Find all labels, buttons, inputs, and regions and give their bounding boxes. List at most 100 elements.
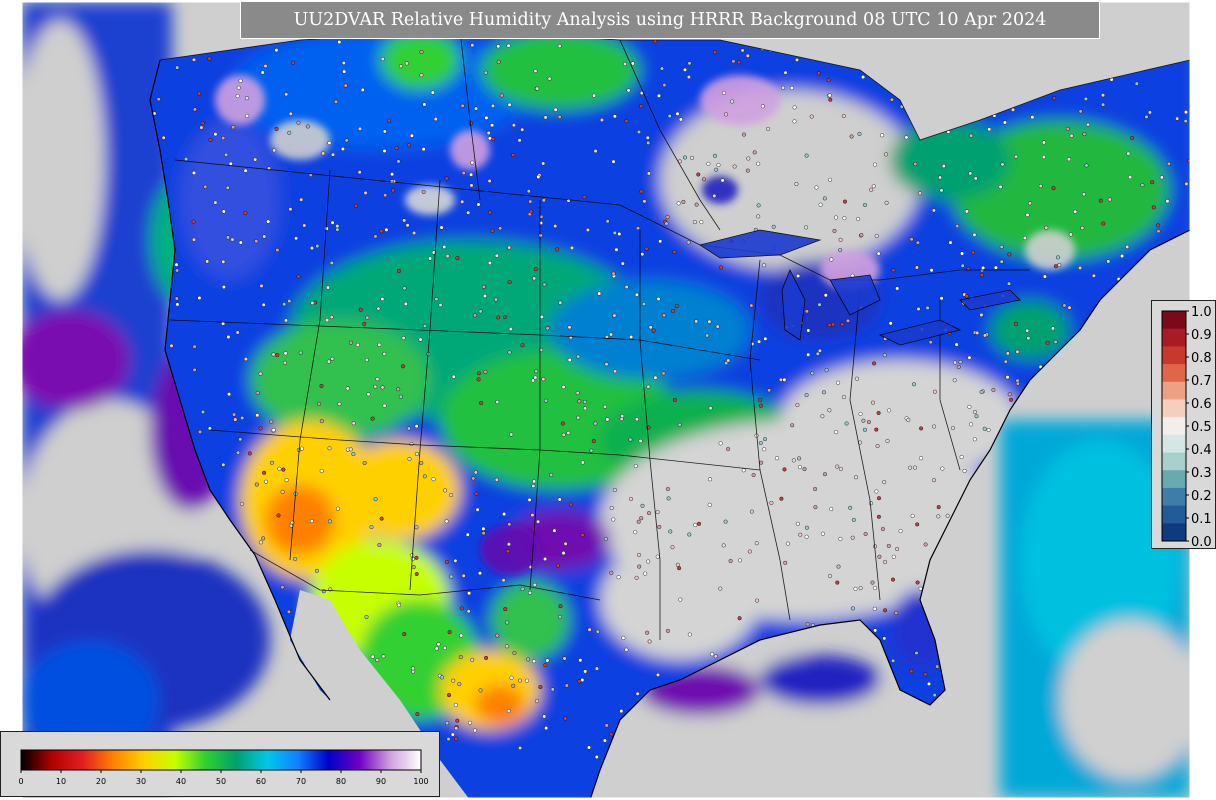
station-marker [647,511,652,516]
station-marker [665,487,670,492]
station-marker [720,178,725,183]
station-marker [870,580,875,585]
station-marker [255,390,260,395]
station-marker [412,230,417,235]
station-marker [603,404,608,409]
fraction-colorbar-segment [1162,328,1186,347]
station-marker [436,642,441,647]
station-marker [646,171,651,176]
station-marker [835,580,840,585]
station-marker [707,319,712,324]
station-marker [200,410,205,415]
station-marker [798,465,803,470]
station-marker [366,392,371,397]
station-marker [1051,186,1056,191]
station-marker [962,468,967,473]
station-marker [889,97,894,102]
rh-colorbar-tick-label: 20 [96,777,106,786]
station-marker [754,541,759,546]
station-marker [841,114,846,119]
station-marker [882,353,887,358]
station-marker [430,90,435,95]
fraction-colorbar-graphic: 1.0 0.9 0.8 0.7 0.6 0.5 0.4 0.3 0.2 0.1 0.0 [1161,305,1212,550]
station-marker [275,248,280,253]
station-marker [863,202,868,207]
station-marker [745,53,750,58]
station-marker [972,232,977,237]
station-marker [987,127,992,132]
station-marker [175,268,180,273]
station-marker [626,88,631,93]
station-marker [1085,122,1090,127]
station-marker [403,301,408,306]
station-marker [906,417,911,422]
station-marker [205,259,210,264]
station-marker [402,286,407,291]
station-marker [874,489,879,494]
station-marker [1166,161,1171,166]
station-marker [651,328,656,333]
station-marker [570,245,575,250]
station-marker [533,68,538,73]
station-marker [191,237,196,242]
station-marker [227,392,232,397]
station-marker [697,521,702,526]
station-marker [473,470,478,475]
station-marker [822,196,827,201]
station-marker [401,336,406,341]
station-marker [496,315,501,320]
station-marker [533,267,538,272]
station-marker [1150,180,1155,185]
station-marker [299,197,304,202]
station-marker [666,496,671,501]
station-marker [529,209,534,214]
station-marker [335,224,340,229]
station-marker [968,171,973,176]
station-marker [758,441,763,446]
station-marker [421,147,426,152]
station-marker [592,93,597,98]
station-marker [261,302,266,307]
station-marker [687,61,692,66]
station-marker [454,726,459,731]
station-marker [458,655,463,660]
station-marker [1128,175,1133,180]
station-marker [532,582,537,587]
station-marker [373,384,378,389]
station-marker [396,387,401,392]
station-marker [646,559,651,564]
station-marker [599,117,604,122]
station-marker [1065,126,1070,131]
station-marker [380,385,385,390]
station-marker [1078,265,1083,270]
fraction-colorbar-segment [1162,452,1186,471]
station-marker [440,675,445,680]
station-marker [630,61,635,66]
station-marker [612,313,617,318]
station-marker [726,358,731,363]
station-marker [613,369,618,374]
station-marker [506,43,511,48]
station-marker [621,635,626,640]
station-marker [258,540,263,545]
station-marker [284,478,289,483]
station-marker [925,305,930,310]
station-marker [563,716,568,721]
station-marker [840,322,845,327]
station-marker [1091,273,1096,278]
station-marker [474,491,479,496]
station-marker [826,78,831,83]
station-marker [835,464,840,469]
station-marker [1066,157,1071,162]
station-marker [1183,119,1188,124]
station-marker [282,360,287,365]
station-marker [716,162,721,167]
station-marker [1165,199,1170,204]
station-marker [422,474,427,479]
station-marker [891,658,896,663]
station-marker [605,417,610,422]
station-marker [442,244,447,249]
station-marker [804,309,809,314]
station-marker [577,399,582,404]
station-marker [296,274,301,279]
